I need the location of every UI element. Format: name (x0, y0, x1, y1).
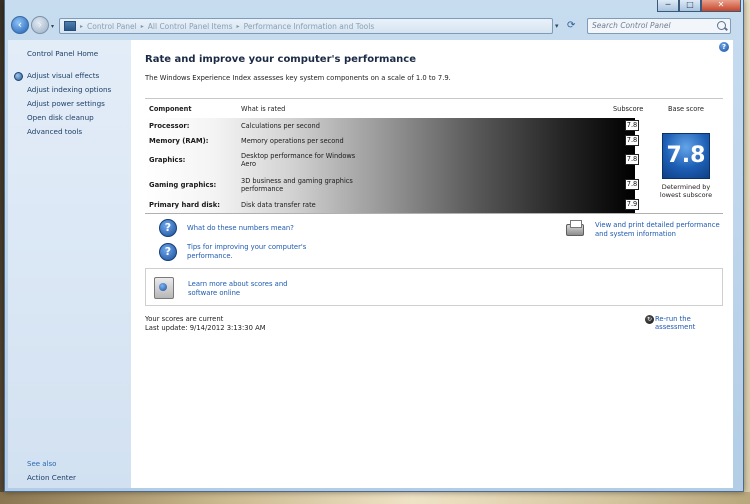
see-also-heading: See also (27, 460, 57, 468)
back-button[interactable]: ‹ (11, 16, 29, 34)
row-rated-memory: Memory operations per second (241, 137, 344, 145)
subscore-gaming-graphics: 7.8 (625, 179, 639, 190)
learn-more-link[interactable]: Learn more about scores and software onl… (188, 280, 318, 298)
learn-more-panel: Learn more about scores and software onl… (145, 268, 723, 306)
navigation-bar: ‹ › ▾ ▸ Control Panel ▸ All Control Pane… (5, 14, 743, 38)
help-question-icon[interactable]: ? (159, 219, 177, 237)
subscore-memory: 7.8 (625, 135, 639, 146)
forward-button[interactable]: › (31, 16, 49, 34)
search-icon[interactable] (717, 21, 726, 30)
printer-icon[interactable] (566, 220, 584, 236)
main-content: ? Rate and improve your computer's perfo… (131, 40, 733, 488)
divider (145, 98, 723, 99)
base-score-badge: 7.8 (662, 133, 710, 179)
task-pane: Control Panel Home Adjust visual effects… (8, 40, 131, 488)
refresh-icon[interactable]: ⟳ (567, 20, 575, 31)
row-rated-processor: Calculations per second (241, 122, 320, 130)
chevron-right-icon[interactable]: ▸ (237, 23, 240, 30)
breadcrumb-all-items[interactable]: All Control Panel Items (148, 22, 233, 31)
task-adjust-indexing[interactable]: Adjust indexing options (27, 85, 111, 94)
column-header-base-score: Base score (668, 105, 704, 113)
breadcrumb-performance[interactable]: Performance Information and Tools (244, 22, 375, 31)
chevron-right-icon[interactable]: ▸ (141, 23, 144, 30)
caption-buttons: ─ □ ✕ (657, 0, 741, 12)
software-box-icon (154, 277, 174, 299)
task-adjust-power[interactable]: Adjust power settings (27, 99, 105, 108)
subscore-processor: 7.8 (625, 120, 639, 131)
base-score-caption: Determined by lowest subscore (659, 183, 713, 200)
what-numbers-mean-link[interactable]: What do these numbers mean? (187, 224, 294, 233)
row-component-memory: Memory (RAM): (149, 137, 209, 145)
close-button[interactable]: ✕ (701, 0, 741, 12)
search-input[interactable]: Search Control Panel (587, 18, 731, 34)
page-title: Rate and improve your computer's perform… (145, 54, 417, 65)
row-component-hard-disk: Primary hard disk: (149, 201, 220, 209)
maximize-button[interactable]: □ (679, 0, 701, 12)
last-update: Last update: 9/14/2012 3:13:30 AM (145, 324, 266, 332)
task-disk-cleanup[interactable]: Open disk cleanup (27, 113, 94, 122)
shield-icon (14, 72, 23, 81)
column-header-component: Component (149, 105, 192, 113)
rerun-shield-icon[interactable]: ↻ (645, 315, 654, 324)
tips-improving-link[interactable]: Tips for improving your computer's perfo… (187, 243, 317, 261)
search-placeholder: Search Control Panel (592, 21, 671, 30)
minimize-button[interactable]: ─ (657, 0, 679, 12)
control-panel-icon (64, 21, 76, 31)
row-component-gaming-graphics: Gaming graphics: (149, 181, 217, 189)
row-component-graphics: Graphics: (149, 156, 186, 164)
column-header-subscore: Subscore (613, 105, 644, 113)
breadcrumb-control-panel[interactable]: Control Panel (87, 22, 137, 31)
row-rated-gaming-graphics: 3D business and gaming graphics performa… (241, 177, 353, 194)
chevron-right-icon[interactable]: ▸ (80, 23, 83, 30)
view-print-details-link[interactable]: View and print detailed performance and … (595, 221, 733, 239)
rerun-assessment-link[interactable]: Re-run the assessment (655, 315, 733, 331)
row-rated-graphics: Desktop performance for Windows Aero (241, 152, 356, 169)
divider (145, 213, 723, 214)
scores-status: Your scores are current (145, 315, 224, 323)
desktop-background (0, 492, 750, 504)
column-header-what-is-rated: What is rated (241, 105, 286, 113)
subscore-graphics: 7.8 (625, 154, 639, 165)
task-advanced-tools[interactable]: Advanced tools (27, 127, 82, 136)
intro-text: The Windows Experience Index assesses ke… (145, 74, 451, 82)
control-panel-window: ─ □ ✕ ‹ › ▾ ▸ Control Panel ▸ All Contro… (4, 0, 744, 492)
action-center-link[interactable]: Action Center (27, 473, 76, 482)
address-bar[interactable]: ▸ Control Panel ▸ All Control Panel Item… (59, 18, 553, 34)
score-table-band (145, 118, 635, 213)
control-panel-home-link[interactable]: Control Panel Home (27, 49, 98, 58)
recent-pages-dropdown[interactable]: ▾ (51, 23, 54, 30)
address-dropdown-icon[interactable]: ▾ (555, 22, 559, 30)
row-component-processor: Processor: (149, 122, 190, 130)
subscore-hard-disk: 7.9 (625, 199, 639, 210)
row-rated-hard-disk: Disk data transfer rate (241, 201, 316, 209)
help-question-icon[interactable]: ? (159, 243, 177, 261)
task-adjust-visual-effects[interactable]: Adjust visual effects (27, 71, 99, 80)
help-icon[interactable]: ? (719, 42, 729, 52)
